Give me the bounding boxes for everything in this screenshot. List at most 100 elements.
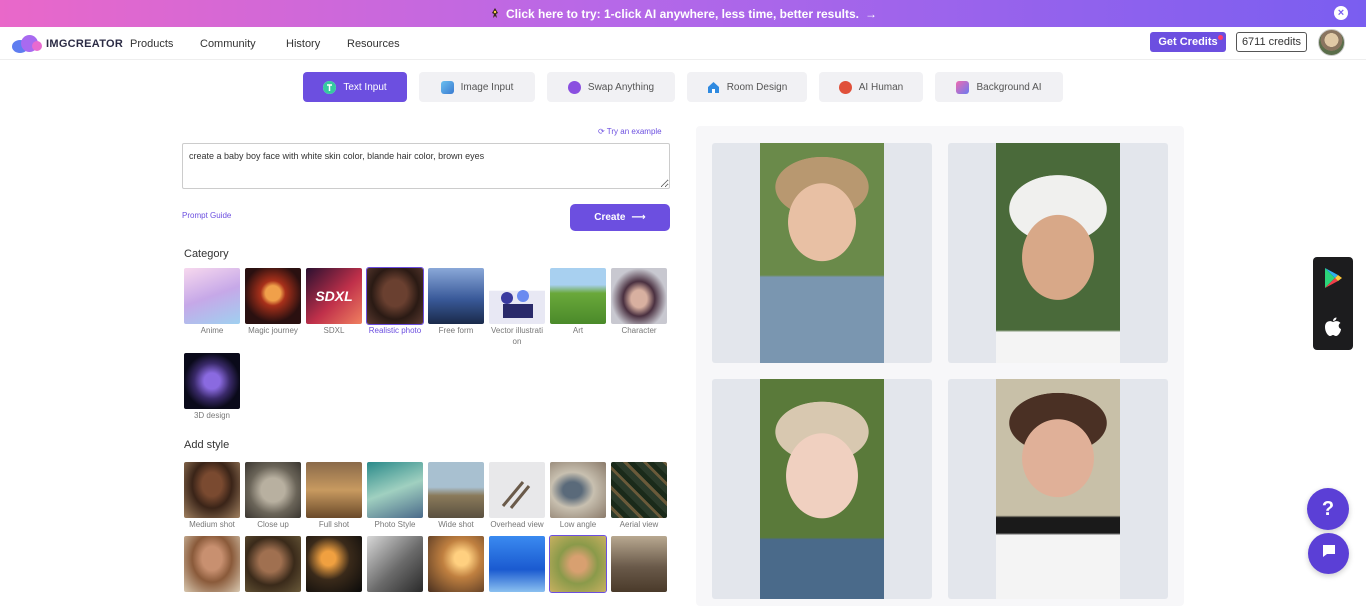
logo[interactable]: IMGCREATOR (12, 34, 123, 54)
question-icon: ? (1321, 497, 1335, 520)
create-button[interactable]: Create ⟶ (570, 204, 670, 231)
get-credits-button[interactable]: Get Credits (1150, 32, 1226, 52)
style-item[interactable] (428, 536, 484, 592)
category-label: Character (621, 326, 657, 335)
style-label: Aerial view (619, 520, 659, 529)
avatar[interactable] (1318, 29, 1345, 56)
style-medium-shot[interactable]: Medium shot (184, 462, 240, 530)
style-thumbnail (549, 535, 607, 593)
style-thumbnail (428, 536, 484, 592)
style-thumbnail (550, 462, 606, 518)
category-sdxl[interactable]: SDXL SDXL (306, 268, 362, 347)
style-full-shot[interactable]: Full shot (306, 462, 362, 530)
style-label: Close up (257, 520, 289, 529)
result-image-4[interactable] (948, 379, 1168, 599)
category-vector-illustration[interactable]: Vector illustration (489, 268, 545, 347)
category-grid: Anime Magic journey SDXL SDXL Realistic … (184, 267, 667, 421)
category-thumbnail (366, 267, 424, 325)
tab-text-input[interactable]: Text Input (303, 72, 407, 102)
style-item[interactable] (611, 536, 667, 592)
style-item[interactable] (489, 536, 545, 592)
result-image-1[interactable] (712, 143, 932, 363)
boy-portrait-photo (996, 379, 1120, 599)
style-item[interactable] (367, 536, 423, 592)
boy-portrait-photo (760, 143, 884, 363)
style-thumbnail (306, 462, 362, 518)
nav-community[interactable]: Community (200, 38, 256, 50)
category-label: SDXL (323, 326, 345, 335)
style-item[interactable] (184, 536, 240, 592)
close-icon[interactable]: × (1334, 6, 1348, 20)
try-example-link[interactable]: ⟳ Try an example (598, 127, 662, 136)
house-icon (707, 81, 720, 94)
category-thumbnail (611, 268, 667, 324)
style-item[interactable] (306, 536, 362, 592)
image-input-icon (440, 80, 454, 94)
refresh-icon: ⟳ (598, 127, 605, 136)
add-style-title: Add style (184, 439, 230, 451)
chat-button[interactable] (1308, 533, 1349, 574)
style-thumbnail (306, 536, 362, 592)
category-magic-journey[interactable]: Magic journey (245, 268, 301, 347)
category-thumbnail: SDXL (306, 268, 362, 324)
tab-swap-anything[interactable]: Swap Anything (547, 72, 675, 102)
style-thumbnail (367, 462, 423, 518)
boy-portrait-photo (760, 379, 884, 599)
tab-room-design[interactable]: Room Design (687, 72, 807, 102)
result-image-3[interactable] (712, 379, 932, 599)
chat-icon (1321, 543, 1337, 564)
prompt-input[interactable] (182, 143, 670, 189)
help-button[interactable]: ? (1307, 488, 1349, 530)
category-3d-design[interactable]: 3D design (184, 353, 240, 421)
style-item[interactable] (245, 536, 301, 592)
google-play-icon[interactable] (1324, 267, 1343, 289)
tab-label: Text Input (343, 81, 387, 93)
category-label: Magic journey (248, 326, 298, 335)
category-character[interactable]: Character (611, 268, 667, 347)
category-label: Realistic photo (368, 326, 422, 335)
style-label: Low angle (559, 520, 597, 529)
text-input-icon (323, 80, 337, 94)
category-art[interactable]: Art (550, 268, 606, 347)
style-close-up[interactable]: Close up (245, 462, 301, 530)
boy-portrait-photo (996, 143, 1120, 363)
style-item[interactable] (549, 535, 607, 593)
style-grid: Medium shot Close up Full shot Photo Sty… (184, 462, 667, 593)
style-wide-shot[interactable]: Wide shot (428, 462, 484, 530)
category-title: Category (184, 248, 229, 260)
promo-text[interactable]: Click here to try: 1-click AI anywhere, … (506, 7, 859, 21)
category-thumbnail (184, 353, 240, 409)
style-overhead-view[interactable]: Overhead view (489, 462, 545, 530)
tab-label: Room Design (726, 81, 788, 93)
style-photo-style[interactable]: Photo Style (367, 462, 423, 530)
tab-background-ai[interactable]: Background AI (935, 72, 1063, 102)
background-icon (956, 80, 970, 94)
logo-icon (12, 34, 42, 54)
promo-banner[interactable]: Click here to try: 1-click AI anywhere, … (0, 0, 1366, 27)
category-anime[interactable]: Anime (184, 268, 240, 347)
nav-products[interactable]: Products (130, 38, 173, 50)
category-label: Vector illustration (490, 326, 544, 346)
category-realistic-photo[interactable]: Realistic photo (366, 267, 424, 347)
style-label: Medium shot (189, 520, 235, 529)
style-aerial-view[interactable]: Aerial view (611, 462, 667, 530)
prompt-guide-link[interactable]: Prompt Guide (182, 211, 231, 220)
category-free-form[interactable]: Free form (428, 268, 484, 347)
nav-resources[interactable]: Resources (347, 38, 400, 50)
nav-history[interactable]: History (286, 38, 320, 50)
try-example-label: Try an example (606, 127, 662, 136)
swap-icon (567, 80, 581, 94)
tab-ai-human[interactable]: AI Human (819, 72, 923, 102)
notification-dot (1218, 35, 1223, 40)
result-image-2[interactable] (948, 143, 1168, 363)
tab-label: Image Input (460, 81, 514, 93)
tab-image-input[interactable]: Image Input (419, 72, 535, 102)
apple-icon[interactable] (1324, 317, 1342, 337)
style-thumbnail (184, 536, 240, 592)
style-thumbnail (367, 536, 423, 592)
style-label: Overhead view (490, 520, 544, 529)
category-thumbnail (550, 268, 606, 324)
style-low-angle[interactable]: Low angle (550, 462, 606, 530)
category-label: Free form (438, 326, 474, 335)
get-credits-label: Get Credits (1158, 36, 1218, 48)
